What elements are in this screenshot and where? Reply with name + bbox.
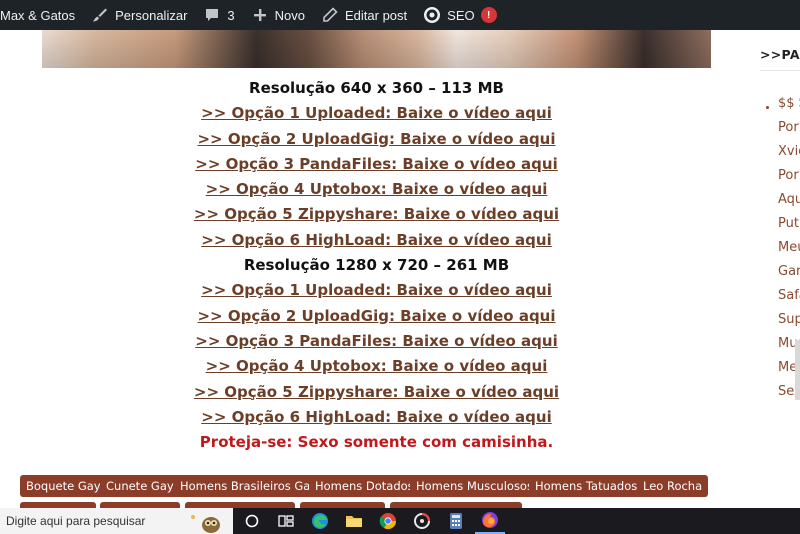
sidebar-widget-title: >>PARCE bbox=[760, 47, 800, 62]
download-link-640-zippyshare[interactable]: >> Opção 5 Zippyshare: Baixe o vídeo aqu… bbox=[194, 205, 559, 223]
firefox-browser-icon[interactable] bbox=[475, 508, 505, 534]
file-explorer-icon[interactable] bbox=[339, 508, 369, 534]
taskbar-search-box[interactable]: Digite aqui para pesquisar bbox=[0, 508, 233, 534]
resolution-heading-1280: Resolução 1280 x 720 – 261 MB bbox=[243, 256, 510, 275]
site-name-label: Max & Gatos bbox=[0, 7, 76, 23]
pencil-icon bbox=[321, 6, 339, 24]
download-link-640-uploadgig[interactable]: >> Opção 2 UploadGig: Baixe o vídeo aqui bbox=[197, 130, 555, 148]
download-link-1280-zippyshare[interactable]: >> Opção 5 Zippyshare: Baixe o vídeo aqu… bbox=[194, 383, 559, 401]
tag-link[interactable]: Boquete Gay bbox=[20, 475, 107, 497]
site-name-menu[interactable]: Max & Gatos bbox=[0, 0, 83, 30]
download-link-1280-uploadgig[interactable]: >> Opção 2 UploadGig: Baixe o vídeo aqui bbox=[197, 307, 555, 325]
sidebar-link[interactable]: Aqu bbox=[778, 192, 800, 207]
customize-label: Personalizar bbox=[115, 7, 188, 23]
tag-link[interactable]: Homens Musculosos bbox=[410, 475, 539, 497]
comments-count: 3 bbox=[227, 7, 235, 23]
tag-link[interactable]: Homens Tatuados bbox=[529, 475, 644, 497]
sidebar-divider bbox=[760, 70, 800, 71]
download-link-1280-uptobox[interactable]: >> Opção 4 Uptobox: Baixe o vídeo aqui bbox=[206, 357, 548, 375]
plus-icon bbox=[251, 6, 269, 24]
tag-link[interactable]: Homens Brasileiros Gay bbox=[174, 475, 324, 497]
list-bullet bbox=[766, 106, 769, 109]
customize-menu[interactable]: Personalizar bbox=[83, 0, 195, 30]
download-link-1280-highload[interactable]: >> Opção 6 HighLoad: Baixe o vídeo aqui bbox=[201, 408, 551, 426]
new-label: Novo bbox=[274, 7, 305, 23]
calculator-icon[interactable] bbox=[441, 508, 471, 534]
seo-alert-badge: ! bbox=[480, 7, 497, 23]
seo-gear-icon bbox=[423, 6, 441, 24]
new-content-menu[interactable]: Novo bbox=[243, 0, 313, 30]
windows-taskbar: Digite aqui para pesquisar bbox=[0, 508, 800, 534]
download-link-640-pandafiles[interactable]: >> Opção 3 PandaFiles: Baixe o vídeo aqu… bbox=[195, 155, 557, 173]
tag-link[interactable]: Leo Rocha bbox=[637, 475, 709, 497]
page-scrollbar-thumb[interactable] bbox=[795, 340, 800, 400]
task-view-icon[interactable] bbox=[271, 508, 301, 534]
download-link-640-uptobox[interactable]: >> Opção 4 Uptobox: Baixe o vídeo aqui bbox=[206, 180, 548, 198]
edit-post-menu[interactable]: Editar post bbox=[313, 0, 415, 30]
post-tags: Boquete Gay Cunete Gay Homens Brasileiro… bbox=[20, 475, 760, 508]
sidebar-link[interactable]: Sup bbox=[778, 312, 800, 327]
resolution-heading-640: Resolução 640 x 360 – 113 MB bbox=[249, 79, 504, 97]
sidebar-link[interactable]: Safa bbox=[778, 288, 800, 303]
sidebar-link[interactable]: Put bbox=[778, 216, 799, 231]
comments-menu[interactable]: 3 bbox=[195, 0, 242, 30]
download-link-1280-uploaded[interactable]: >> Opção 1 Uploaded: Baixe o vídeo aqui bbox=[201, 281, 552, 299]
seo-label: SEO bbox=[447, 7, 475, 23]
comment-bubble-icon bbox=[203, 6, 221, 24]
sidebar-link[interactable]: Xvid bbox=[778, 144, 800, 159]
edit-post-label: Editar post bbox=[345, 7, 408, 23]
sidebar-link[interactable]: Meu bbox=[778, 240, 800, 255]
tag-link[interactable]: Homens Dotados bbox=[309, 475, 420, 497]
sidebar-link[interactable]: $$ S bbox=[778, 96, 800, 111]
download-link-640-uploaded[interactable]: >> Opção 1 Uploaded: Baixe o vídeo aqui bbox=[201, 104, 552, 122]
seo-menu[interactable]: SEO ! bbox=[415, 0, 504, 30]
sidebar-link[interactable]: Gar bbox=[778, 264, 800, 279]
sidebar-link[interactable]: Por bbox=[778, 120, 799, 135]
task-view-circle-icon[interactable] bbox=[237, 508, 267, 534]
wp-admin-bar: Max & Gatos Personalizar 3 Novo Editar p… bbox=[0, 0, 800, 30]
post-content: Resolução 640 x 360 – 113 MB >> Opção 1 … bbox=[42, 76, 711, 455]
download-link-640-highload[interactable]: >> Opção 6 HighLoad: Baixe o vídeo aqui bbox=[201, 231, 551, 249]
safety-warning: Proteja-se: Sexo somente com camisinha. bbox=[199, 433, 554, 452]
featured-image bbox=[42, 30, 711, 68]
sidebar: >>PARCE $$ S Por Xvid Por Aqu Put Meu Ga… bbox=[760, 30, 800, 508]
media-app-icon[interactable] bbox=[407, 508, 437, 534]
download-link-1280-pandafiles[interactable]: >> Opção 3 PandaFiles: Baixe o vídeo aqu… bbox=[195, 332, 557, 350]
chrome-browser-icon[interactable] bbox=[373, 508, 403, 534]
brush-icon bbox=[91, 6, 109, 24]
taskbar-search-placeholder: Digite aqui para pesquisar bbox=[6, 514, 146, 528]
search-highlight-icon bbox=[191, 515, 220, 533]
edge-browser-icon[interactable] bbox=[305, 508, 335, 534]
sidebar-link[interactable]: Por bbox=[778, 168, 799, 183]
tag-link[interactable]: Cunete Gay bbox=[100, 475, 180, 497]
